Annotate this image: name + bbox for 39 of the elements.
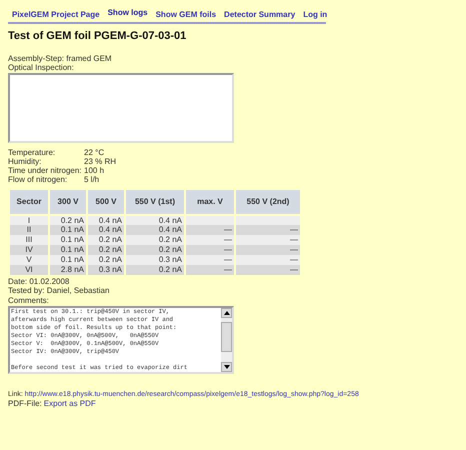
column-header: 550 V (1st) <box>125 188 185 214</box>
condition-label: Humidity: <box>8 156 42 166</box>
comments-textarea[interactable] <box>8 306 234 374</box>
scroll-thumb[interactable] <box>221 322 232 352</box>
column-header: Sector <box>9 188 49 214</box>
column-header: max. V <box>185 188 235 214</box>
nav-link[interactable]: Detector Summary <box>224 9 296 21</box>
column-header: 500 V <box>87 188 125 214</box>
nav-link[interactable]: PixelGEM Project Page <box>12 9 100 21</box>
table-cell: 0.3 nA <box>87 264 125 274</box>
column-header: 300 V <box>49 188 87 214</box>
date-text: Date: 01.02.2008 <box>8 276 70 286</box>
column-header: 550 V (2nd) <box>235 188 301 214</box>
tested-by-text: Tested by: Daniel, Sebastian <box>8 286 110 296</box>
condition-label: Flow of nitrogen: <box>8 174 68 184</box>
assembly-step: Assembly-Step: framed GEM <box>8 54 466 62</box>
table-cell: VI <box>9 264 49 274</box>
condition-value: 100 h <box>84 166 106 174</box>
export-pdf-link[interactable]: Export as PDF <box>44 398 96 408</box>
table-cell: — <box>235 264 301 274</box>
page-title: Test of GEM foil PGEM-G-07-03-01 <box>8 29 188 44</box>
scrollbar[interactable] <box>221 308 232 372</box>
condition-value: 23 % RH <box>84 156 118 166</box>
inspection-textarea[interactable] <box>8 72 234 142</box>
nav-link[interactable]: Show GEM foils <box>156 9 216 21</box>
scroll-up-icon[interactable] <box>221 308 232 318</box>
table-cell: 0.2 nA <box>125 264 185 274</box>
condition-value: 5 l/h <box>84 174 100 184</box>
scroll-down-icon[interactable] <box>221 362 232 372</box>
pdf-label: PDF-File: <box>8 398 42 408</box>
nav-link[interactable]: Show logs <box>108 7 148 19</box>
condition-label: Time under nitrogen: <box>8 166 83 174</box>
condition-label: Temperature: <box>8 148 56 156</box>
field-label: Optical Inspection: <box>8 62 75 72</box>
table-cell: — <box>185 264 235 274</box>
nav-link[interactable]: Log in <box>303 9 328 21</box>
field-label: Comments: <box>8 296 50 304</box>
table-cell: 2.8 nA <box>49 264 87 274</box>
condition-value: 22 °C <box>84 148 106 156</box>
